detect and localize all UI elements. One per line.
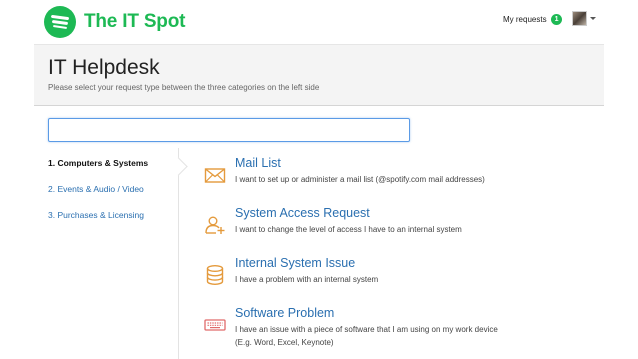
database-icon	[206, 265, 224, 286]
my-requests-link[interactable]: My requests 1	[503, 14, 563, 25]
request-type-example-line: (E.g. Word, Excel, Keynote)	[235, 338, 334, 347]
nav-divider	[178, 148, 179, 359]
nav-item-events-audio-video[interactable]: 2. Events & Audio / Video	[34, 176, 178, 202]
brand-link[interactable]: The IT Spot	[44, 6, 185, 38]
my-requests-label: My requests	[503, 15, 547, 24]
search-input[interactable]	[48, 118, 410, 142]
user-add-icon	[205, 216, 225, 234]
request-type-description: I want to set up or administer a mail li…	[235, 175, 485, 184]
requests-count-badge: 1	[550, 14, 563, 25]
request-type-internal-system-issue[interactable]: Internal System Issue I have a problem w…	[200, 256, 600, 302]
page-subtitle: Please select your request type between …	[48, 83, 320, 92]
category-nav: 1. Computers & Systems 2. Events & Audio…	[34, 150, 178, 228]
request-type-software-problem[interactable]: Software Problem I have an issue with a …	[200, 306, 600, 358]
envelope-icon	[204, 168, 226, 183]
avatar[interactable]	[572, 11, 587, 26]
request-type-mail-list[interactable]: Mail List I want to set up or administer…	[200, 156, 600, 202]
request-type-description-line: I have an issue with a piece of software…	[235, 325, 498, 334]
request-type-description: I want to change the level of access I h…	[235, 225, 462, 234]
chevron-down-icon[interactable]	[590, 17, 596, 20]
request-type-description: I have an issue with a piece of software…	[235, 323, 498, 349]
brand-name: The IT Spot	[84, 11, 186, 32]
request-type-title[interactable]: Software Problem	[235, 306, 334, 320]
request-type-title[interactable]: Mail List	[235, 156, 281, 170]
request-type-description: I have a problem with an internal system	[235, 275, 379, 284]
nav-item-computers-systems[interactable]: 1. Computers & Systems	[34, 150, 178, 176]
request-type-title[interactable]: System Access Request	[235, 206, 370, 220]
request-type-title[interactable]: Internal System Issue	[235, 256, 355, 270]
request-type-system-access[interactable]: System Access Request I want to change t…	[200, 206, 600, 252]
page-title: IT Helpdesk	[48, 56, 160, 79]
top-bar: The IT Spot My requests 1	[0, 0, 638, 44]
spotify-logo-icon	[44, 6, 76, 38]
keyboard-icon	[204, 319, 226, 331]
page-header: IT Helpdesk Please select your request t…	[34, 44, 604, 106]
nav-item-purchases-licensing[interactable]: 3. Purchases & Licensing	[34, 202, 178, 228]
